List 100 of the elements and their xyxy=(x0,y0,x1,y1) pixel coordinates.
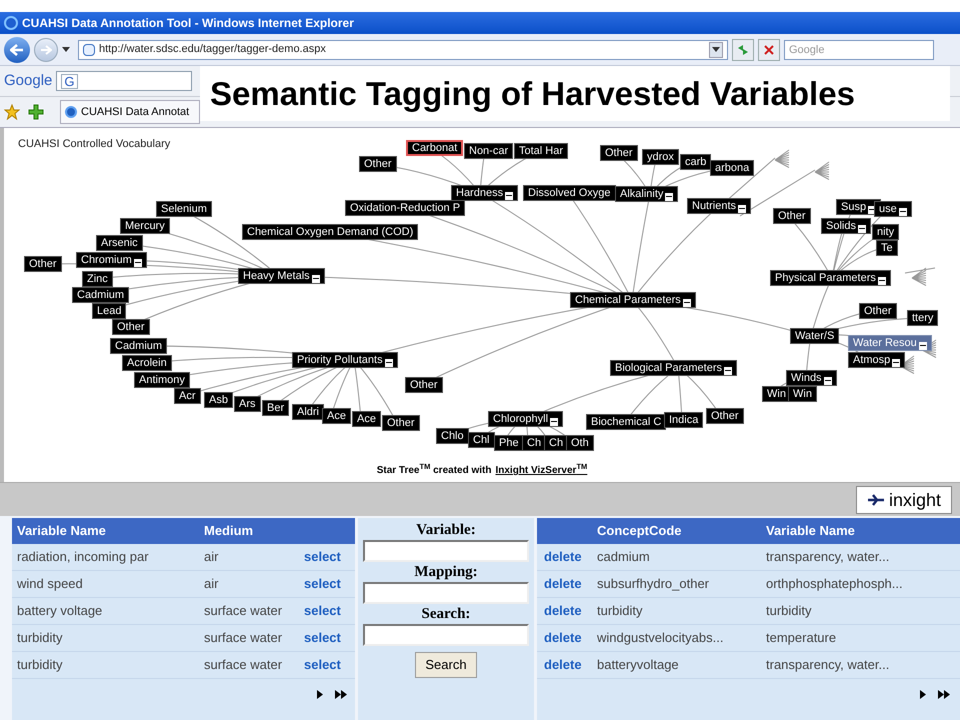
tree-node[interactable]: Win xyxy=(788,386,817,402)
tree-node[interactable]: Ch xyxy=(544,435,568,451)
tree-node[interactable]: Other xyxy=(382,415,420,431)
collapse-icon[interactable] xyxy=(738,204,746,212)
tree-node[interactable]: Arsenic xyxy=(96,235,143,251)
tree-node[interactable]: Alkalinity xyxy=(615,186,678,202)
tree-node[interactable]: Biological Parameters xyxy=(610,360,737,376)
collapse-icon[interactable] xyxy=(550,418,558,426)
collapse-icon[interactable] xyxy=(918,342,927,350)
tree-node[interactable]: Cadmium xyxy=(110,338,168,354)
tree-node[interactable]: ttery xyxy=(907,310,938,326)
tree-node[interactable]: Chl xyxy=(468,432,495,448)
search-button[interactable]: Search xyxy=(415,652,477,678)
tree-node[interactable]: Other xyxy=(773,208,811,224)
tree-node[interactable]: Water/S xyxy=(790,328,840,344)
input-field[interactable] xyxy=(363,540,529,562)
tree-node[interactable]: Physical Parameters xyxy=(770,270,891,286)
next-page-icon[interactable] xyxy=(317,690,323,698)
tree-node[interactable]: Lead xyxy=(92,303,126,319)
input-field[interactable] xyxy=(363,624,529,646)
tree-node[interactable]: carb xyxy=(680,154,712,170)
collapse-icon[interactable] xyxy=(134,258,142,266)
tree-node[interactable]: Chromium xyxy=(76,252,147,268)
tree-node[interactable]: Te xyxy=(876,240,898,256)
select-link[interactable]: select xyxy=(304,547,341,567)
select-link[interactable]: select xyxy=(304,628,341,648)
back-button[interactable] xyxy=(4,36,30,62)
search-field[interactable]: Google xyxy=(784,40,934,60)
tree-node[interactable]: Acrolein xyxy=(122,355,172,371)
tree-node[interactable]: Acr xyxy=(174,388,200,404)
select-link[interactable]: select xyxy=(304,574,341,594)
toolbar-search-field[interactable]: G xyxy=(56,71,192,91)
tree-node[interactable]: Phe xyxy=(494,435,524,451)
collapse-icon[interactable] xyxy=(878,276,886,284)
collapse-icon[interactable] xyxy=(858,224,866,232)
dropdown-caret-icon[interactable] xyxy=(62,47,70,52)
tree-node[interactable]: Zinc xyxy=(82,271,113,287)
tree-node[interactable]: Total Har xyxy=(514,143,568,159)
star-icon[interactable] xyxy=(4,104,20,120)
select-link[interactable]: select xyxy=(304,655,341,675)
tree-node[interactable]: Non-car xyxy=(464,143,514,159)
tree-node[interactable]: Hardness xyxy=(451,185,518,201)
add-favorite-icon[interactable] xyxy=(28,104,44,120)
tree-node[interactable]: Chlo xyxy=(436,428,469,444)
delete-link[interactable]: delete xyxy=(537,547,597,567)
tree-node[interactable]: Carbonat xyxy=(406,140,464,156)
tree-node[interactable]: Other xyxy=(859,303,897,319)
tree-node[interactable]: Aldri xyxy=(292,404,324,420)
select-link[interactable]: select xyxy=(304,601,341,621)
collapse-icon[interactable] xyxy=(505,192,514,200)
collapse-icon[interactable] xyxy=(384,358,393,366)
tree-node[interactable]: Heavy Metals xyxy=(238,268,325,284)
collapse-icon[interactable] xyxy=(724,366,732,374)
last-page-icon[interactable] xyxy=(335,690,347,698)
tree-node[interactable]: Other xyxy=(405,377,443,393)
tree-node[interactable]: Ace xyxy=(322,408,351,424)
tree-node[interactable]: Ch xyxy=(522,435,546,451)
tree-node[interactable]: use xyxy=(874,201,912,217)
delete-link[interactable]: delete xyxy=(537,628,597,648)
tree-node[interactable]: Chemical Oxygen Demand (COD) xyxy=(242,224,418,240)
credit-link[interactable]: Inxight VizServer$^{TM}$ xyxy=(495,463,588,478)
tree-node[interactable]: Other xyxy=(24,256,62,272)
tree-node[interactable]: Priority Pollutants xyxy=(292,352,398,368)
collapse-icon[interactable] xyxy=(682,298,691,306)
last-page-icon[interactable] xyxy=(938,690,950,698)
tree-node[interactable]: Other xyxy=(706,408,744,424)
tree-node[interactable]: Atmosp xyxy=(848,352,906,368)
collapse-icon[interactable] xyxy=(898,208,907,216)
address-field[interactable]: http://water.sdsc.edu/tagger/tagger-demo.aspx xyxy=(78,40,728,60)
delete-link[interactable]: delete xyxy=(537,574,597,594)
tree-node[interactable]: Other xyxy=(112,319,150,335)
input-field[interactable] xyxy=(363,582,529,604)
tree-node[interactable]: nity xyxy=(872,224,900,240)
tree-node[interactable]: Other xyxy=(600,145,638,161)
tree-node[interactable]: Chemical Parameters xyxy=(570,292,696,308)
delete-link[interactable]: delete xyxy=(537,655,597,675)
tree-node[interactable]: Indica xyxy=(664,412,704,428)
next-page-icon[interactable] xyxy=(920,690,926,698)
dropdown-caret-icon[interactable] xyxy=(709,42,723,58)
tree-node[interactable]: Win xyxy=(762,386,791,402)
tree-node[interactable]: Other xyxy=(359,156,397,172)
tree-node[interactable]: Ars xyxy=(234,396,260,412)
tree-node[interactable]: Nutrients xyxy=(687,198,752,214)
tree-node[interactable]: Cadmium xyxy=(72,287,130,303)
tree-node[interactable]: ydrox xyxy=(642,149,679,165)
collapse-icon[interactable] xyxy=(665,192,674,200)
tree-node[interactable]: Ber xyxy=(262,400,290,416)
stop-button[interactable] xyxy=(758,38,780,60)
tree-node[interactable]: Selenium xyxy=(156,201,212,217)
tree-node[interactable]: Ace xyxy=(352,411,381,427)
tree-node[interactable]: Solids xyxy=(821,218,871,234)
tree-node[interactable]: Dissolved Oxyge xyxy=(523,185,616,201)
tree-node[interactable]: Biochemical C xyxy=(586,414,666,430)
tree-node[interactable]: Antimony xyxy=(134,372,190,388)
tree-node[interactable]: Mercury xyxy=(120,218,170,234)
tree-node[interactable]: Winds xyxy=(786,370,837,386)
tree-node[interactable]: Oth xyxy=(566,435,594,451)
tree-node[interactable]: Asb xyxy=(204,392,233,408)
tree-node[interactable]: Chlorophyll xyxy=(488,411,564,427)
refresh-button[interactable] xyxy=(732,38,754,60)
